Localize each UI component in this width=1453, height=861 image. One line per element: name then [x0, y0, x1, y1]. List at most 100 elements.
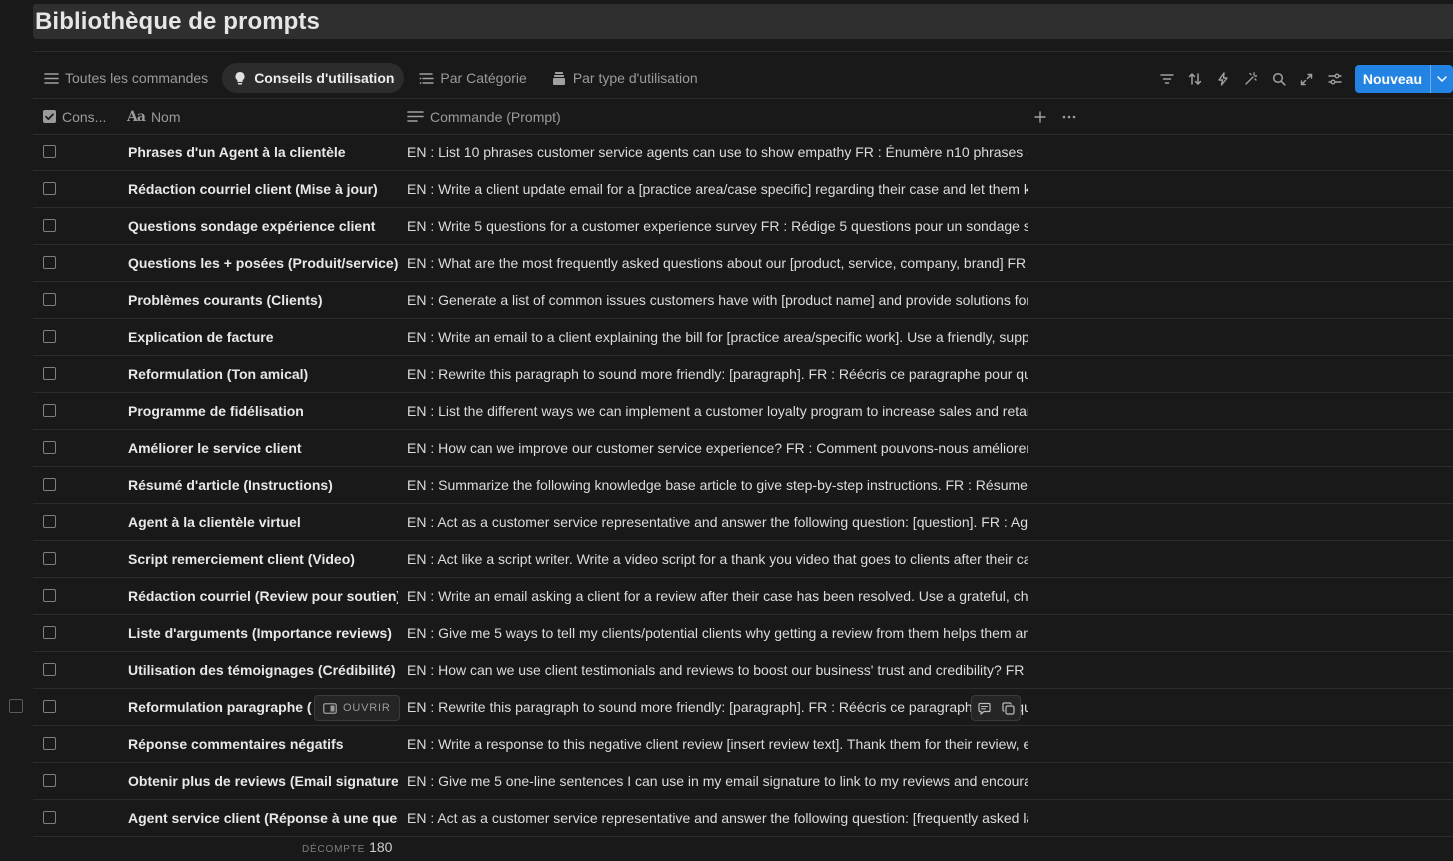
row-checkbox[interactable]	[43, 515, 56, 528]
row-checkbox[interactable]	[43, 552, 56, 565]
row-checkbox[interactable]	[43, 441, 56, 454]
table-row[interactable]: Liste d'arguments (Importance reviews) EN…	[33, 615, 1453, 652]
row-name[interactable]: Utilisation des témoignages (Crédibilité…	[128, 652, 398, 688]
column-header-checkbox[interactable]: Cons...	[43, 99, 106, 134]
row-prompt[interactable]: EN : Act as a customer service represent…	[407, 504, 1028, 540]
row-name[interactable]: Reformulation (Ton amical)	[128, 356, 398, 392]
row-checkbox[interactable]	[43, 626, 56, 639]
table-row[interactable]: Réponse commentaires négatifs EN : Write …	[33, 726, 1453, 763]
row-prompt[interactable]: EN : List 10 phrases customer service ag…	[407, 134, 1028, 170]
table-row[interactable]: Questions les + posées (Produit/service)…	[33, 245, 1453, 282]
filter-icon[interactable]	[1153, 65, 1181, 93]
tab-par-categorie[interactable]: Par Catégorie	[408, 63, 536, 93]
row-checkbox[interactable]	[43, 589, 56, 602]
row-name[interactable]: Phrases d'un Agent à la clientèle	[128, 134, 398, 170]
more-options-button[interactable]	[1062, 99, 1076, 134]
row-checkbox[interactable]	[43, 478, 56, 491]
row-checkbox[interactable]	[43, 145, 56, 158]
copy-icon[interactable]	[996, 696, 1020, 720]
row-prompt[interactable]: EN : Write 5 questions for a customer ex…	[407, 208, 1028, 244]
row-name[interactable]: Réponse commentaires négatifs	[128, 726, 398, 762]
row-checkbox[interactable]	[43, 700, 56, 713]
column-header-prompt[interactable]: Commande (Prompt)	[407, 99, 561, 134]
table-row[interactable]: Script remerciement client (Video) EN : A…	[33, 541, 1453, 578]
column-label: Commande (Prompt)	[430, 108, 561, 125]
table-row[interactable]: Phrases d'un Agent à la clientèle EN : Li…	[33, 134, 1453, 171]
row-prompt[interactable]: EN : How can we improve our customer ser…	[407, 430, 1028, 466]
new-button[interactable]: Nouveau	[1354, 65, 1453, 93]
expand-icon[interactable]	[1293, 65, 1321, 93]
column-header-name[interactable]: Aa Nom	[127, 99, 181, 134]
tab-par-type-utilisation[interactable]: Par type d'utilisation	[541, 63, 708, 93]
row-checkbox[interactable]	[43, 256, 56, 269]
row-checkbox[interactable]	[43, 330, 56, 343]
row-prompt[interactable]: EN : Act as a customer service represent…	[407, 800, 1028, 836]
add-column-button[interactable]	[1034, 99, 1046, 134]
row-checkbox[interactable]	[43, 367, 56, 380]
page-title[interactable]: Bibliothèque de prompts	[33, 4, 1453, 40]
row-name[interactable]: Rédaction courriel client (Mise à jour)	[128, 171, 398, 207]
settings-sliders-icon[interactable]	[1321, 65, 1349, 93]
row-select-handle[interactable]	[9, 699, 23, 713]
row-name[interactable]: Agent service client (Réponse à une ques…	[128, 800, 398, 836]
row-prompt[interactable]: EN : Summarize the following knowledge b…	[407, 467, 1028, 503]
chevron-down-icon[interactable]	[1430, 65, 1453, 93]
row-prompt[interactable]: EN : Give me 5 ways to tell my clients/p…	[407, 615, 1028, 651]
row-name[interactable]: Questions sondage expérience client	[128, 208, 398, 244]
sparkle-icon[interactable]	[1237, 65, 1265, 93]
open-page-button[interactable]: OUVRIR	[314, 695, 400, 721]
row-name[interactable]: Obtenir plus de reviews (Email signature…	[128, 763, 398, 799]
row-name[interactable]: Liste d'arguments (Importance reviews)	[128, 615, 398, 651]
table-row[interactable]: Explication de facture EN : Write an emai…	[33, 319, 1453, 356]
table-row[interactable]: Problèmes courants (Clients) EN : Generat…	[33, 282, 1453, 319]
row-name[interactable]: Agent à la clientèle virtuel	[128, 504, 398, 540]
tab-conseils-utilisation[interactable]: Conseils d'utilisation	[222, 63, 405, 93]
row-checkbox[interactable]	[43, 293, 56, 306]
row-name[interactable]: Rédaction courriel (Review pour soutien)	[128, 578, 398, 614]
row-checkbox[interactable]	[43, 774, 56, 787]
table-row[interactable]: Questions sondage expérience client EN : …	[33, 208, 1453, 245]
table-row[interactable]: Programme de fidélisation EN : List the d…	[33, 393, 1453, 430]
row-prompt[interactable]: EN : Write a client update email for a […	[407, 171, 1028, 207]
row-name[interactable]: Script remerciement client (Video)	[128, 541, 398, 577]
search-icon[interactable]	[1265, 65, 1293, 93]
row-name[interactable]: Questions les + posées (Produit/service)	[128, 245, 398, 281]
table-row[interactable]: Agent à la clientèle virtuel EN : Act as …	[33, 504, 1453, 541]
row-prompt[interactable]: EN : Act like a script writer. Write a v…	[407, 541, 1028, 577]
row-name[interactable]: Problèmes courants (Clients)	[128, 282, 398, 318]
row-prompt[interactable]: EN : Rewrite this paragraph to sound mor…	[407, 356, 1028, 392]
row-name[interactable]: Explication de facture	[128, 319, 398, 355]
table-row[interactable]: Agent service client (Réponse à une ques…	[33, 800, 1453, 837]
row-prompt[interactable]: EN : Write an email asking a client for …	[407, 578, 1028, 614]
table-row[interactable]: Obtenir plus de reviews (Email signature…	[33, 763, 1453, 800]
row-prompt[interactable]: EN : Generate a list of common issues cu…	[407, 282, 1028, 318]
row-checkbox[interactable]	[43, 663, 56, 676]
row-name[interactable]: Résumé d'article (Instructions)	[128, 467, 398, 503]
row-checkbox[interactable]	[43, 811, 56, 824]
table-row[interactable]: Résumé d'article (Instructions) EN : Summ…	[33, 467, 1453, 504]
table-row-hovered[interactable]: Reformulation paragraphe ( Ton amical) O…	[33, 689, 1453, 726]
table-row[interactable]: Utilisation des témoignages (Crédibilité…	[33, 652, 1453, 689]
page-title-bar: Bibliothèque de prompts	[33, 4, 1453, 39]
row-prompt[interactable]: EN : What are the most frequently asked …	[407, 245, 1028, 281]
row-prompt[interactable]: EN : List the different ways we can impl…	[407, 393, 1028, 429]
comment-icon[interactable]	[972, 696, 996, 720]
row-prompt[interactable]: EN : Write an email to a client explaini…	[407, 319, 1028, 355]
table-row[interactable]: Reformulation (Ton amical) EN : Rewrite t…	[33, 356, 1453, 393]
row-name[interactable]: Améliorer le service client	[128, 430, 398, 466]
row-checkbox[interactable]	[43, 219, 56, 232]
tab-toutes-les-commandes[interactable]: Toutes les commandes	[33, 63, 218, 93]
row-prompt[interactable]: EN : Write a response to this negative c…	[407, 726, 1028, 762]
row-prompt[interactable]: EN : Rewrite this paragraph to sound mor…	[407, 689, 1028, 725]
row-name[interactable]: Programme de fidélisation	[128, 393, 398, 429]
table-row[interactable]: Rédaction courriel client (Mise à jour) E…	[33, 171, 1453, 208]
row-checkbox[interactable]	[43, 182, 56, 195]
row-checkbox[interactable]	[43, 404, 56, 417]
lightning-icon[interactable]	[1209, 65, 1237, 93]
table-row[interactable]: Rédaction courriel (Review pour soutien)…	[33, 578, 1453, 615]
sort-icon[interactable]	[1181, 65, 1209, 93]
row-prompt[interactable]: EN : Give me 5 one-line sentences I can …	[407, 763, 1028, 799]
row-checkbox[interactable]	[43, 737, 56, 750]
table-row[interactable]: Améliorer le service client EN : How can …	[33, 430, 1453, 467]
row-prompt[interactable]: EN : How can we use client testimonials …	[407, 652, 1028, 688]
